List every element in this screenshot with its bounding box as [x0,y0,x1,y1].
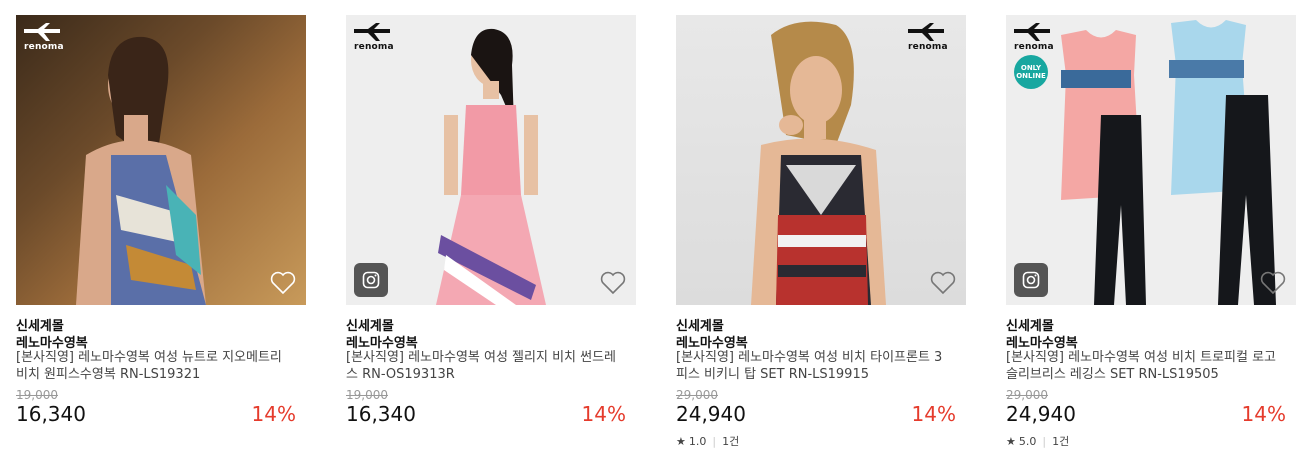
rating-value: 5.0 [1018,434,1037,448]
product-image[interactable]: renoma [16,15,306,305]
model-illustration [76,36,206,305]
only-online-badge: ONLY ONLINE [1014,55,1048,89]
renoma-logo: renoma [908,23,958,57]
model-illustration [436,28,546,305]
instagram-icon[interactable] [1014,263,1048,297]
discount-rate: 14% [251,402,296,426]
product-card[interactable]: renoma 신세계몰 레노마수영복 [본사직영] 레노마수영복 여성 뉴트로 … [16,15,306,426]
discount-rate: 14% [581,402,626,426]
original-price: 19,000 [346,388,388,402]
divider: | [712,434,717,448]
product-image[interactable]: renoma [346,15,636,305]
renoma-logo: renoma [24,23,74,57]
product-title[interactable]: [본사직영] 레노마수영복 여성 비치 타이프론트 3피스 비키니 탑 SET … [676,349,946,383]
rating: ★ 5.0 | 1건 [1006,433,1069,449]
sale-price: 16,340 [346,402,416,426]
renoma-logo: renoma [354,23,404,57]
model-illustration [751,21,886,305]
rating-value: 1.0 [688,434,707,448]
sale-price: 24,940 [676,402,746,426]
discount-rate: 14% [911,402,956,426]
product-title[interactable]: [본사직영] 레노마수영복 여성 비치 트로피컬 로고 슬리브리스 레깅스 SE… [1006,349,1276,383]
review-count: 1건 [722,435,740,448]
heart-icon[interactable] [270,271,296,295]
product-illustration [1061,20,1276,305]
original-price: 19,000 [16,388,58,402]
divider: | [1042,434,1047,448]
product-title[interactable]: [본사직영] 레노마수영복 여성 뉴트로 지오메트리 비치 원피스수영복 RN-… [16,349,286,383]
star-icon: ★ [676,434,686,448]
product-card[interactable]: renoma ONLY ONLINE 신세계몰 레노마수영복 [본사직영] 레노… [1006,15,1296,448]
star-icon: ★ [1006,434,1016,448]
product-image[interactable]: renoma ONLY ONLINE [1006,15,1296,305]
product-card[interactable]: renoma 신세계몰 레노마수영복 [본사직영] 레노마수영복 여성 젤리지 … [346,15,636,426]
renoma-logo: renoma [1014,23,1064,57]
sale-price: 16,340 [16,402,86,426]
heart-icon[interactable] [1260,271,1286,295]
sale-price: 24,940 [1006,402,1076,426]
product-title[interactable]: [본사직영] 레노마수영복 여성 젤리지 비치 썬드레스 RN-OS19313R [346,349,616,383]
heart-icon[interactable] [600,271,626,295]
original-price: 29,000 [1006,388,1048,402]
product-card[interactable]: renoma 신세계몰 레노마수영복 [본사직영] 레노마수영복 여성 비치 타… [676,15,966,448]
rating: ★ 1.0 | 1건 [676,433,739,449]
discount-rate: 14% [1241,402,1286,426]
instagram-icon[interactable] [354,263,388,297]
product-image[interactable]: renoma [676,15,966,305]
original-price: 29,000 [676,388,718,402]
review-count: 1건 [1052,435,1070,448]
heart-icon[interactable] [930,271,956,295]
